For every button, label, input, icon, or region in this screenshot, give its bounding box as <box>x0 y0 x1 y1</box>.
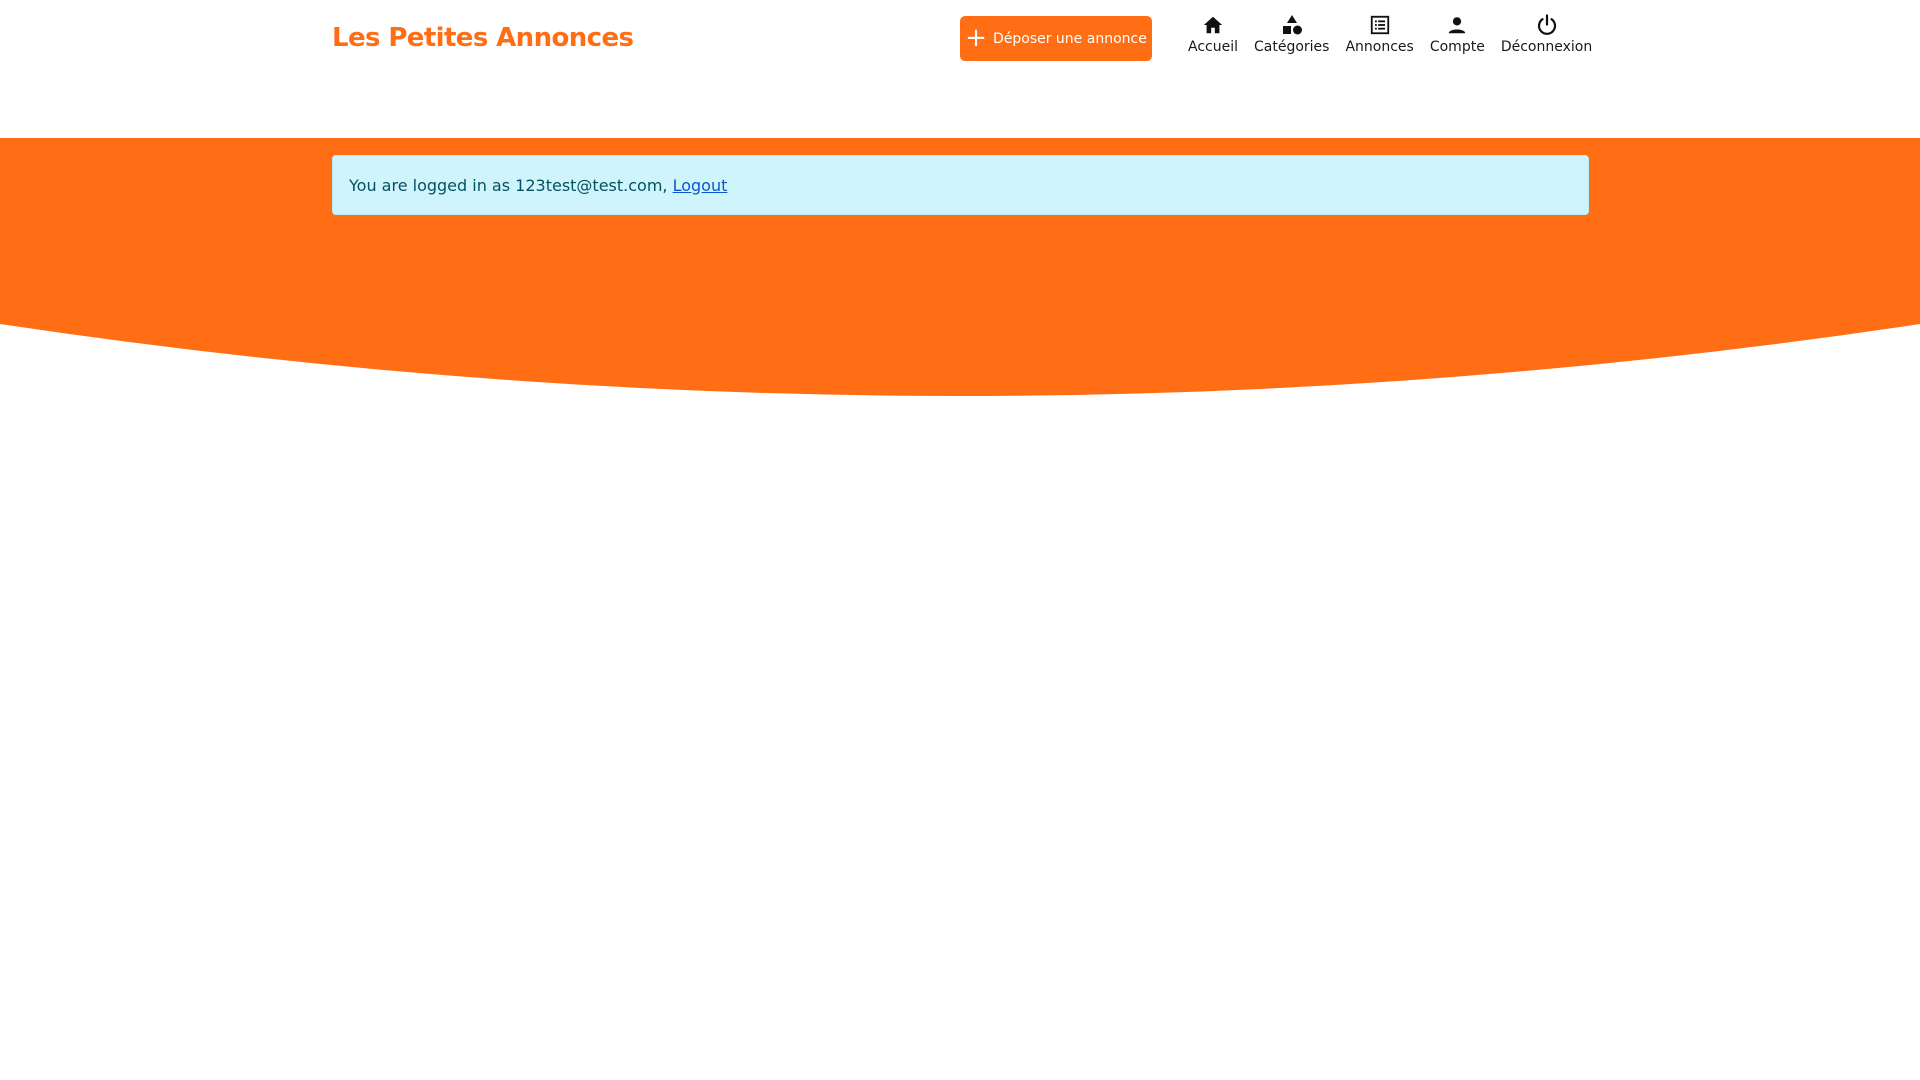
power-icon <box>1534 12 1560 38</box>
nav-item-accueil[interactable]: Accueil <box>1180 12 1246 55</box>
home-icon <box>1200 12 1226 38</box>
nav-item-label: Déconnexion <box>1500 39 1593 55</box>
nav-item-categories[interactable]: Catégories <box>1246 12 1337 55</box>
plus-icon: + <box>965 22 987 53</box>
nav-item-label: Compte <box>1429 39 1485 55</box>
nav-item-compte[interactable]: Compte <box>1422 12 1493 55</box>
list-icon <box>1367 12 1393 38</box>
page: Les Petites Annonces + Déposer une annon… <box>0 0 1920 1080</box>
post-ad-button[interactable]: + Déposer une annonce <box>960 16 1152 61</box>
nav-item-label: Catégories <box>1254 39 1330 55</box>
main-nav: Accueil Catégories Annonces Compte Décon… <box>1180 12 1600 66</box>
logout-link[interactable]: Logout <box>673 176 728 195</box>
login-status-text: You are logged in as 123test@test.com, <box>349 175 668 195</box>
nav-item-label: Accueil <box>1188 39 1238 55</box>
nav-item-deconnexion[interactable]: Déconnexion <box>1493 12 1600 55</box>
nav-item-annonces[interactable]: Annonces <box>1337 12 1421 55</box>
site-header: Les Petites Annonces + Déposer une annon… <box>0 0 1920 138</box>
user-icon <box>1444 12 1470 38</box>
login-status-alert: You are logged in as 123test@test.com, L… <box>332 155 1589 215</box>
post-ad-button-label: Déposer une annonce <box>992 30 1147 47</box>
nav-item-label: Annonces <box>1345 39 1414 55</box>
site-logo-title[interactable]: Les Petites Annonces <box>332 20 634 56</box>
shapes-icon <box>1279 12 1305 38</box>
